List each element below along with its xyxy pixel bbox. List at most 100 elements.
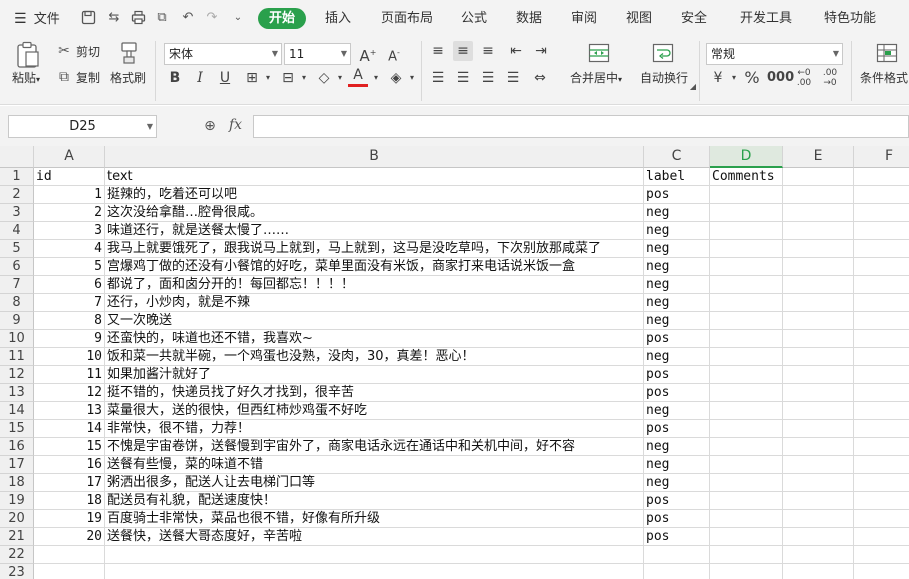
cell-d8[interactable] <box>710 294 783 312</box>
cell-d21[interactable] <box>710 528 783 546</box>
fx-button[interactable]: fx <box>229 117 242 133</box>
cell-e1[interactable] <box>783 168 854 186</box>
distribute-icon[interactable]: ⇔ <box>530 68 550 88</box>
cell-a12[interactable]: 11 <box>34 366 105 384</box>
align-center-icon[interactable]: ☰ <box>453 68 473 88</box>
cell-a4[interactable]: 3 <box>34 222 105 240</box>
cell-d15[interactable] <box>710 420 783 438</box>
undo-icon[interactable]: ↶ <box>180 10 196 26</box>
cell-e21[interactable] <box>783 528 854 546</box>
row-header[interactable]: 22 <box>0 546 34 564</box>
row-header[interactable]: 11 <box>0 348 34 366</box>
cell-c8[interactable]: neg <box>644 294 710 312</box>
increase-font-icon[interactable]: A+ <box>358 43 378 65</box>
cell-e3[interactable] <box>783 204 854 222</box>
cell-b6[interactable]: 宫爆鸡丁做的还没有小餐馆的好吃，菜单里面没有米饭，商家打来电话说米饭一盒 <box>105 258 644 276</box>
cell-d7[interactable] <box>710 276 783 294</box>
column-header-a[interactable]: A <box>34 146 105 168</box>
cell-e22[interactable] <box>783 546 854 564</box>
cell-f8[interactable] <box>854 294 909 312</box>
cell-c14[interactable]: neg <box>644 402 710 420</box>
cell-f13[interactable] <box>854 384 909 402</box>
cell-c22[interactable] <box>644 546 710 564</box>
cell-b9[interactable]: 又一次晚送 <box>105 312 644 330</box>
row-header[interactable]: 13 <box>0 384 34 402</box>
cell-e6[interactable] <box>783 258 854 276</box>
cell-b3[interactable]: 这次没给拿醋…腔骨很咸。 <box>105 204 644 222</box>
cell-e4[interactable] <box>783 222 854 240</box>
row-header[interactable]: 17 <box>0 456 34 474</box>
cell-d6[interactable] <box>710 258 783 276</box>
cell-c11[interactable]: neg <box>644 348 710 366</box>
cell-f16[interactable] <box>854 438 909 456</box>
cell-d11[interactable] <box>710 348 783 366</box>
conditional-format-button[interactable]: 条件格式 <box>860 70 908 86</box>
tab-formulas[interactable]: 公式 <box>461 10 487 28</box>
font-name-select[interactable]: 宋体 ▼ <box>164 43 282 65</box>
cell-a14[interactable]: 13 <box>34 402 105 420</box>
brush-icon[interactable] <box>116 41 142 69</box>
cell-c4[interactable]: neg <box>644 222 710 240</box>
cell-f18[interactable] <box>854 474 909 492</box>
cell-a21[interactable]: 20 <box>34 528 105 546</box>
align-middle-icon[interactable]: ≡ <box>453 41 473 61</box>
row-header[interactable]: 21 <box>0 528 34 546</box>
save-icon[interactable] <box>80 10 96 26</box>
cell-c12[interactable]: pos <box>644 366 710 384</box>
row-header[interactable]: 8 <box>0 294 34 312</box>
row-header[interactable]: 16 <box>0 438 34 456</box>
row-header[interactable]: 10 <box>0 330 34 348</box>
justify-icon[interactable]: ☰ <box>503 68 523 88</box>
cut-icon[interactable]: ✂ <box>56 43 72 59</box>
cell-c10[interactable]: pos <box>644 330 710 348</box>
cell-a8[interactable]: 7 <box>34 294 105 312</box>
cell-f17[interactable] <box>854 456 909 474</box>
cell-c3[interactable]: neg <box>644 204 710 222</box>
column-header-b[interactable]: B <box>105 146 644 168</box>
cell-e19[interactable] <box>783 492 854 510</box>
column-header-e[interactable]: E <box>783 146 854 168</box>
cell-a7[interactable]: 6 <box>34 276 105 294</box>
cell-f6[interactable] <box>854 258 909 276</box>
tab-review[interactable]: 审阅 <box>571 10 597 28</box>
cell-e10[interactable] <box>783 330 854 348</box>
cell-c16[interactable]: neg <box>644 438 710 456</box>
percent-icon[interactable]: % <box>742 68 762 88</box>
chevron-down-icon[interactable]: ▾ <box>330 68 350 88</box>
cell-f4[interactable] <box>854 222 909 240</box>
underline-icon[interactable]: U <box>215 68 235 88</box>
cell-a3[interactable]: 2 <box>34 204 105 222</box>
cell-b5[interactable]: 我马上就要饿死了，跟我说马上就到，马上就到，这马是没吃草吗，下次别放那咸菜了 <box>105 240 644 258</box>
cell-b16[interactable]: 不愧是宇宙卷饼，送餐慢到宇宙外了，商家电话永远在通话中和关机中间，好不容 <box>105 438 644 456</box>
cell-a19[interactable]: 18 <box>34 492 105 510</box>
cell-f2[interactable] <box>854 186 909 204</box>
cell-f9[interactable] <box>854 312 909 330</box>
row-header[interactable]: 6 <box>0 258 34 276</box>
cell-d16[interactable] <box>710 438 783 456</box>
cell-f22[interactable] <box>854 546 909 564</box>
cell-a2[interactable]: 1 <box>34 186 105 204</box>
wrap-text-icon[interactable] <box>651 43 675 65</box>
copy-button[interactable]: 复制 <box>76 70 100 86</box>
cell-e18[interactable] <box>783 474 854 492</box>
conditional-format-icon[interactable] <box>875 43 899 65</box>
cell-c13[interactable]: pos <box>644 384 710 402</box>
italic-icon[interactable]: I <box>190 68 210 88</box>
align-left-icon[interactable]: ☰ <box>428 68 448 88</box>
cell-a5[interactable]: 4 <box>34 240 105 258</box>
cell-a22[interactable] <box>34 546 105 564</box>
cell-c19[interactable]: pos <box>644 492 710 510</box>
cell-d18[interactable] <box>710 474 783 492</box>
cell-b22[interactable] <box>105 546 644 564</box>
name-box[interactable]: D25 ▼ <box>8 115 157 138</box>
row-header[interactable]: 9 <box>0 312 34 330</box>
cell-d5[interactable] <box>710 240 783 258</box>
row-header[interactable]: 4 <box>0 222 34 240</box>
cell-c17[interactable]: neg <box>644 456 710 474</box>
cell-b2[interactable]: 挺辣的，吃着还可以吧 <box>105 186 644 204</box>
cell-d17[interactable] <box>710 456 783 474</box>
cell-a20[interactable]: 19 <box>34 510 105 528</box>
file-menu[interactable]: ☰ 文件 <box>14 10 60 29</box>
row-header[interactable]: 5 <box>0 240 34 258</box>
cell-f19[interactable] <box>854 492 909 510</box>
